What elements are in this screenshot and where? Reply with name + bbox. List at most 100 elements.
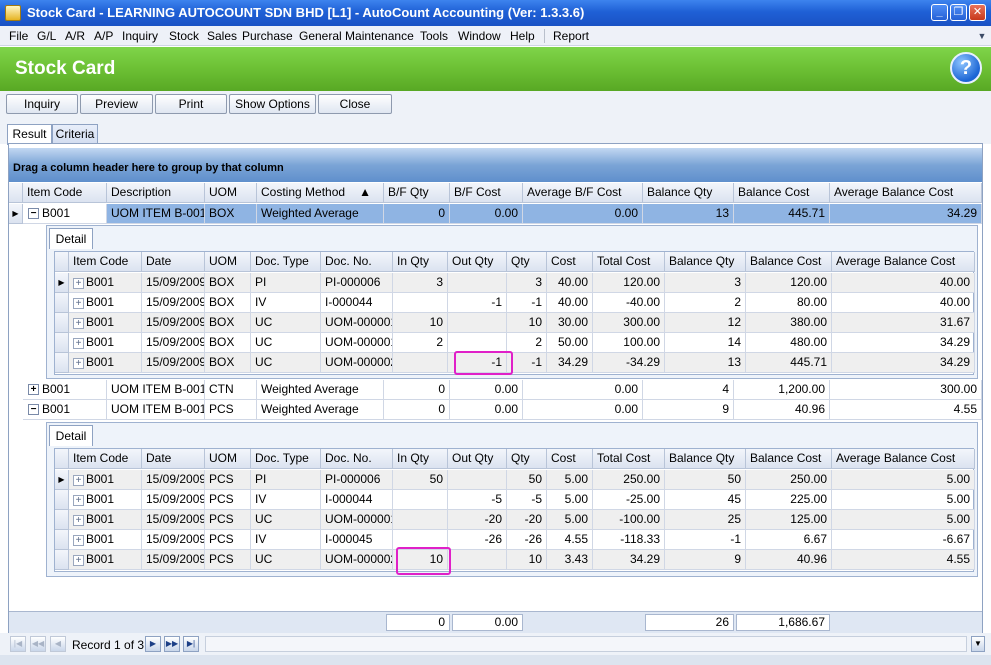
detail-box-row-0-abc[interactable]: 40.00 [832,273,975,293]
detail-box-row-4-type[interactable]: UC [251,353,321,373]
detail-box-row-2-in[interactable]: 10 [393,313,448,333]
detail-pcs-col-doc[interactable]: Doc. No. [321,449,393,469]
detail-box-row-4-date[interactable]: 15/09/2009 [142,353,205,373]
expand-icon[interactable]: + [73,535,84,546]
last-record-icon[interactable]: ▶| [183,636,199,652]
detail-box-row-3-abc[interactable]: 34.29 [832,333,975,353]
detail-pcs-col-uom[interactable]: UOM [205,449,251,469]
menu-stock[interactable]: Stock [169,29,199,43]
main-row-box-desc[interactable]: UOM ITEM B-001 [107,204,205,224]
main-row-ctn-bal-qty[interactable]: 4 [643,380,734,400]
main-row-box-uom[interactable]: BOX [205,204,257,224]
main-row-ctn-bal-cost[interactable]: 1,200.00 [734,380,830,400]
menu-report[interactable]: Report [553,29,589,43]
detail-tab-box[interactable]: Detail [49,228,93,249]
detail-box-row-0-type[interactable]: PI [251,273,321,293]
detail-pcs-row-4-date[interactable]: 15/09/2009 [142,550,205,570]
detail-pcs-row-1-qty[interactable]: -5 [507,490,547,510]
main-row-box-bf-qty[interactable]: 0 [384,204,450,224]
detail-pcs-row-4-qty[interactable]: 10 [507,550,547,570]
detail-pcs-row-4-abc[interactable]: 4.55 [832,550,975,570]
main-row-pcs-bf-cost[interactable]: 0.00 [450,400,523,420]
main-row-box-method[interactable]: Weighted Average [257,204,384,224]
main-row-pcs-bf-qty[interactable]: 0 [384,400,450,420]
detail-box-row-4-cost[interactable]: 34.29 [547,353,593,373]
detail-box-row-2-bqty[interactable]: 12 [665,313,746,333]
col-bf-cost[interactable]: B/F Cost [450,183,523,203]
group-by-panel[interactable]: Drag a column header here to group by th… [9,148,982,182]
detail-pcs-row-0-uom[interactable]: PCS [205,470,251,490]
expand-icon[interactable]: + [73,515,84,526]
expand-icon[interactable]: + [73,278,84,289]
detail-pcs-row-1-total[interactable]: -25.00 [593,490,665,510]
expand-icon[interactable]: + [73,358,84,369]
detail-pcs-row-3-out[interactable]: -26 [448,530,507,550]
main-row-ctn-bf-cost[interactable]: 0.00 [450,380,523,400]
inquiry-button[interactable]: Inquiry [6,94,78,114]
detail-pcs-col-out[interactable]: Out Qty [448,449,507,469]
detail-box-row-4-bcost[interactable]: 445.71 [746,353,832,373]
detail-pcs-row-1-out[interactable]: -5 [448,490,507,510]
detail-box-row-1-total[interactable]: -40.00 [593,293,665,313]
detail-pcs-row-2-date[interactable]: 15/09/2009 [142,510,205,530]
show-options-button[interactable]: Show Options [229,94,316,114]
detail-pcs-col-qty[interactable]: Qty [507,449,547,469]
detail-pcs-col-bqty[interactable]: Balance Qty [665,449,746,469]
detail-pcs-row-2-bqty[interactable]: 25 [665,510,746,530]
main-row-ctn-bf-qty[interactable]: 0 [384,380,450,400]
detail-pcs-row-2-cost[interactable]: 5.00 [547,510,593,530]
col-uom[interactable]: UOM [205,183,257,203]
detail-box-col-doc[interactable]: Doc. No. [321,252,393,272]
expand-icon[interactable]: + [73,475,84,486]
menu-sales[interactable]: Sales [207,29,237,43]
detail-box-row-1-bqty[interactable]: 2 [665,293,746,313]
detail-box-row-3-total[interactable]: 100.00 [593,333,665,353]
detail-box-col-cost[interactable]: Cost [547,252,593,272]
expand-icon[interactable]: + [73,298,84,309]
col-costing-method[interactable]: Costing Method ▲ [257,183,384,203]
detail-pcs-row-1-bcost[interactable]: 225.00 [746,490,832,510]
main-row-pcs-avg-bal[interactable]: 4.55 [830,400,982,420]
detail-box-row-2-qty[interactable]: 10 [507,313,547,333]
col-bf-qty[interactable]: B/F Qty [384,183,450,203]
detail-box-row-3-type[interactable]: UC [251,333,321,353]
col-item-code[interactable]: Item Code [23,183,107,203]
detail-pcs-row-2-qty[interactable]: -20 [507,510,547,530]
detail-pcs-row-4-doc[interactable]: UOM-000002 [321,550,393,570]
detail-box-col-date[interactable]: Date [142,252,205,272]
detail-box-row-3-in[interactable]: 2 [393,333,448,353]
close-window-button[interactable]: ✕ [969,4,986,21]
detail-box-row-3-doc[interactable]: UOM-000001 [321,333,393,353]
detail-box-col-bqty[interactable]: Balance Qty [665,252,746,272]
detail-pcs-row-0-bqty[interactable]: 50 [665,470,746,490]
detail-box-row-0-date[interactable]: 15/09/2009 [142,273,205,293]
menu-inquiry[interactable]: Inquiry [122,29,158,43]
next-page-icon[interactable]: ▶▶ [164,636,180,652]
detail-pcs-row-3-bcost[interactable]: 6.67 [746,530,832,550]
expand-icon[interactable]: + [73,338,84,349]
detail-box-row-2-date[interactable]: 15/09/2009 [142,313,205,333]
detail-pcs-row-4-bcost[interactable]: 40.96 [746,550,832,570]
prev-page-icon[interactable]: ◀◀ [30,636,46,652]
detail-pcs-row-2-out[interactable]: -20 [448,510,507,530]
detail-box-row-1-type[interactable]: IV [251,293,321,313]
detail-box-row-3-out[interactable] [448,333,507,353]
menu-window[interactable]: Window [458,29,501,43]
main-row-ctn-method[interactable]: Weighted Average [257,380,384,400]
main-row-box-avg-bf[interactable]: 0.00 [523,204,643,224]
detail-pcs-row-4-out[interactable] [448,550,507,570]
close-button[interactable]: Close [318,94,392,114]
help-icon[interactable]: ? [950,52,982,84]
detail-box-row-1-abc[interactable]: 40.00 [832,293,975,313]
detail-pcs-row-3-date[interactable]: 15/09/2009 [142,530,205,550]
minimize-button[interactable]: _ [931,4,948,21]
detail-pcs-row-1-doc[interactable]: I-000044 [321,490,393,510]
detail-pcs-col-in[interactable]: In Qty [393,449,448,469]
col-average-bf-cost[interactable]: Average B/F Cost [523,183,643,203]
tab-criteria[interactable]: Criteria [52,124,98,144]
detail-pcs-col-abc[interactable]: Average Balance Cost [832,449,975,469]
main-row-pcs-method[interactable]: Weighted Average [257,400,384,420]
detail-box-row-2-abc[interactable]: 31.67 [832,313,975,333]
detail-box-row-1-date[interactable]: 15/09/2009 [142,293,205,313]
detail-box-col-total[interactable]: Total Cost [593,252,665,272]
